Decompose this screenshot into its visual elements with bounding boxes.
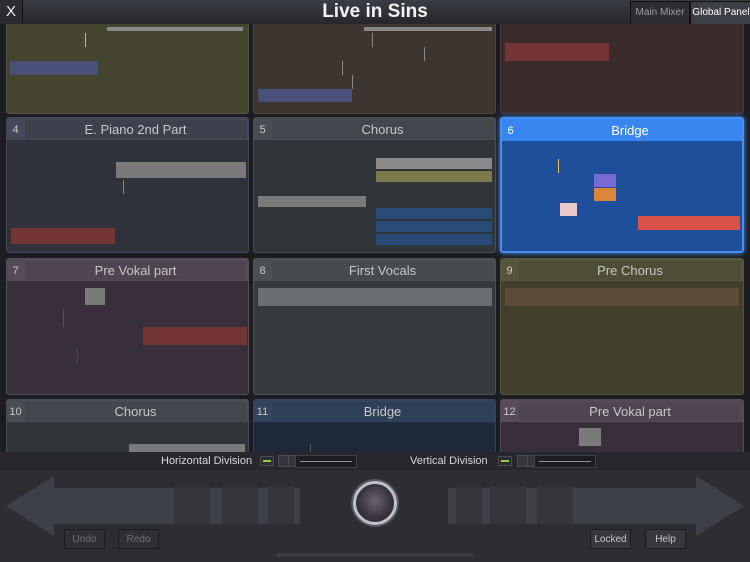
marker [85,33,86,47]
scene-name: First Vocals [272,261,493,280]
clip [560,203,577,216]
redo-button[interactable]: Redo [118,529,159,549]
scene-tile-4[interactable]: 4 E. Piano 2nd Part [6,117,249,253]
scene-number: 11 [256,406,269,418]
marker [123,180,124,194]
scene-tile-5[interactable]: 5 Chorus [253,117,496,253]
scene-tile-11[interactable]: 11 Bridge [253,399,496,452]
pad[interactable] [268,486,294,524]
scene-name: Pre Vokal part [25,261,246,280]
pad[interactable] [174,486,210,524]
scene-name: Chorus [272,120,493,139]
scene-number: 12 [503,406,516,418]
scene-name: Pre Vokal part [519,402,741,421]
clip [505,43,609,61]
undo-button[interactable]: Undo [64,529,105,549]
marker [352,75,353,89]
clip [258,196,366,207]
clip [594,188,616,201]
global-panel-button[interactable]: Global Panel [690,1,750,25]
scene-tile-1[interactable] [6,24,249,114]
pad[interactable] [537,486,573,524]
scene-tile-7[interactable]: 7 Pre Vokal part [6,258,249,395]
clip [11,228,115,244]
clip [129,444,245,452]
marker [372,33,373,47]
scene-name: Chorus [25,402,246,421]
close-button[interactable]: X [0,0,23,23]
pad[interactable] [222,486,258,524]
scene-tile-10[interactable]: 10 Chorus [6,399,249,452]
clip [258,288,492,306]
record-knob-button[interactable] [353,481,397,525]
horizontal-division-label: Horizontal Division [161,455,253,467]
scene-tile-12[interactable]: 12 Pre Vokal part [500,399,744,452]
horizontal-division-toggle[interactable] [260,456,274,466]
marker [424,47,425,61]
clip [594,174,616,187]
clip [116,162,246,178]
scene-number: 8 [259,265,266,277]
scene-tile-3[interactable] [500,24,744,114]
marker [558,159,559,173]
marker [310,444,311,452]
clip [376,234,492,245]
locked-button[interactable]: Locked [590,529,631,549]
scene-number: 5 [259,124,266,136]
scene-tile-6[interactable]: 6 Bridge [500,117,744,253]
clip [505,288,739,306]
marker [77,347,78,365]
clip [638,216,740,230]
clip [85,288,105,305]
clip [258,89,352,102]
marker [342,61,343,75]
scene-grid: 4 E. Piano 2nd Part 5 Chorus 6 Bridge 7 [0,24,750,452]
clip [10,61,98,75]
marker [63,309,64,327]
scene-number: 10 [9,406,22,418]
scene-name: Bridge [272,402,493,421]
scene-number: 7 [12,265,19,277]
clip [579,428,601,446]
scene-tile-8[interactable]: 8 First Vocals [253,258,496,395]
clip [143,327,247,345]
help-button[interactable]: Help [645,529,686,549]
clip [376,158,492,169]
scene-tile-2[interactable] [253,24,496,114]
scene-number: 9 [506,265,513,277]
pad[interactable] [490,486,526,524]
scene-name: Bridge [520,121,740,140]
pad[interactable] [456,486,482,524]
vertical-division-slider[interactable] [534,455,596,468]
horizontal-division-slider[interactable] [295,455,357,468]
clip [376,208,492,219]
clip [364,27,492,31]
division-bar [0,452,750,470]
scene-tile-9[interactable]: 9 Pre Chorus [500,258,744,395]
scene-number: 4 [12,124,19,136]
scene-name: E. Piano 2nd Part [25,120,246,139]
vertical-division-label: Vertical Division [410,455,488,467]
vertical-division-toggle[interactable] [498,456,512,466]
home-indicator [276,553,474,557]
clip [107,27,243,31]
scene-number: 6 [507,125,514,137]
clip [376,221,492,232]
scene-name: Pre Chorus [519,261,741,280]
main-mixer-button[interactable]: Main Mixer [630,1,690,25]
clip [376,171,492,182]
